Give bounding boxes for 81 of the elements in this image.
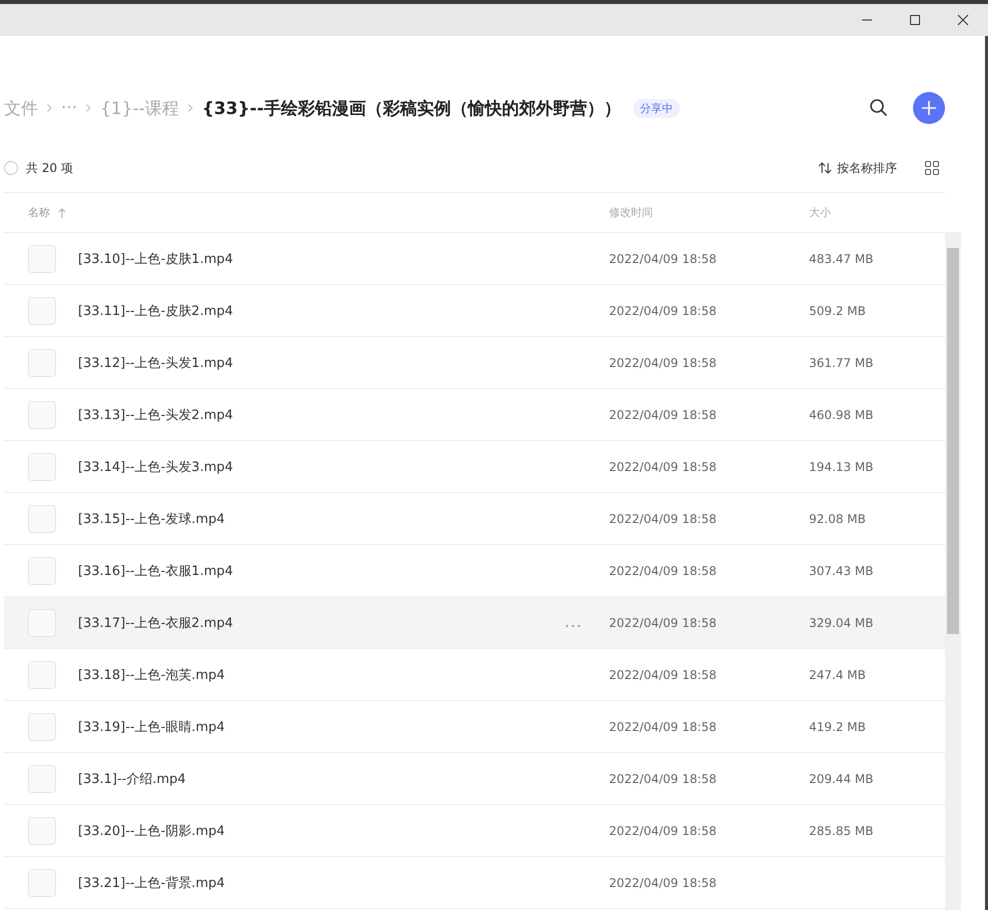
share-badge: 分享中 bbox=[632, 98, 680, 118]
sort-arrow-icon bbox=[58, 208, 66, 218]
file-row[interactable]: [33.10]--上色-皮肤1.mp4 2022/04/09 18:58 483.47 MB bbox=[4, 233, 945, 285]
file-name: [33.11]--上色-皮肤2.mp4 bbox=[78, 302, 234, 320]
modified-time: 2022/04/09 18:58 bbox=[609, 876, 717, 890]
file-name: [33.16]--上色-衣服1.mp4 bbox=[78, 562, 234, 580]
file-row[interactable]: [33.20]--上色-阴影.mp4 2022/04/09 18:58 285.85 MB bbox=[4, 805, 945, 857]
file-name: [33.18]--上色-泡芙.mp4 bbox=[78, 666, 225, 684]
file-name: [33.14]--上色-头发3.mp4 bbox=[78, 458, 234, 476]
file-name: [33.13]--上色-头发2.mp4 bbox=[78, 406, 234, 424]
file-size: 194.13 MB bbox=[809, 460, 874, 474]
file-name: [33.12]--上色-头发1.mp4 bbox=[78, 354, 234, 372]
file-row[interactable]: [33.18]--上色-泡芙.mp4 2022/04/09 18:58 247.4 MB bbox=[4, 649, 945, 701]
file-row[interactable]: [33.12]--上色-头发1.mp4 2022/04/09 18:58 361.77 MB bbox=[4, 337, 945, 389]
modified-time: 2022/04/09 18:58 bbox=[609, 720, 717, 734]
modified-time: 2022/04/09 18:58 bbox=[609, 668, 717, 682]
file-size: 307.43 MB bbox=[809, 564, 874, 578]
chevron-icon bbox=[188, 104, 193, 112]
file-thumbnail bbox=[28, 296, 56, 324]
item-count: 共 20 项 bbox=[26, 160, 73, 176]
modified-time: 2022/04/09 18:58 bbox=[609, 564, 717, 578]
file-thumbnail bbox=[28, 816, 56, 844]
file-thumbnail bbox=[28, 400, 56, 428]
file-thumbnail bbox=[28, 868, 56, 896]
file-row[interactable]: [33.11]--上色-皮肤2.mp4 2022/04/09 18:58 509.2 MB bbox=[4, 285, 945, 337]
grid-view-button[interactable] bbox=[925, 161, 939, 175]
file-name: [33.21]--上色-背景.mp4 bbox=[78, 874, 225, 892]
file-name: [33.17]--上色-衣服2.mp4 bbox=[78, 614, 234, 632]
file-size: 419.2 MB bbox=[809, 720, 866, 734]
modified-time: 2022/04/09 18:58 bbox=[609, 460, 717, 474]
file-row[interactable]: [33.19]--上色-眼睛.mp4 2022/04/09 18:58 419.2 MB bbox=[4, 701, 945, 753]
modified-time: 2022/04/09 18:58 bbox=[609, 824, 717, 838]
plus-icon bbox=[921, 100, 937, 116]
file-row[interactable]: [33.21]--上色-背景.mp4 2022/04/09 18:58 bbox=[4, 857, 945, 909]
folder-title: {33}--手绘彩铅漫画（彩稿实例（愉快的郊外野营）） bbox=[202, 98, 621, 120]
modified-time: 2022/04/09 18:58 bbox=[609, 356, 717, 370]
file-row[interactable]: [33.13]--上色-头发2.mp4 2022/04/09 18:58 460.98 MB bbox=[4, 389, 945, 441]
chevron-icon bbox=[86, 104, 92, 112]
file-thumbnail bbox=[28, 660, 56, 688]
file-size: 361.77 MB bbox=[809, 356, 874, 370]
add-button[interactable] bbox=[913, 92, 945, 124]
modified-time: 2022/04/09 18:58 bbox=[609, 616, 717, 630]
scrollbar[interactable] bbox=[945, 232, 961, 910]
file-thumbnail bbox=[28, 348, 56, 376]
file-name: [33.1]--介绍.mp4 bbox=[78, 770, 186, 788]
modified-time: 2022/04/09 18:58 bbox=[609, 408, 717, 422]
file-size: 460.98 MB bbox=[809, 408, 874, 422]
file-name: [33.19]--上色-眼睛.mp4 bbox=[78, 718, 225, 736]
file-thumbnail bbox=[28, 764, 56, 792]
modified-time: 2022/04/09 18:58 bbox=[609, 304, 717, 318]
chevron-icon bbox=[47, 104, 52, 112]
file-size: 92.08 MB bbox=[809, 512, 866, 526]
sort-button[interactable]: 按名称排序 bbox=[818, 160, 897, 176]
file-thumbnail bbox=[28, 504, 56, 532]
scrollbar-thumb[interactable] bbox=[947, 248, 959, 634]
more-dots-icon bbox=[565, 624, 581, 628]
file-thumbnail bbox=[28, 556, 56, 584]
file-row[interactable]: [33.15]--上色-发球.mp4 2022/04/09 18:58 92.08 MB bbox=[4, 493, 945, 545]
modified-time: 2022/04/09 18:58 bbox=[609, 512, 717, 526]
file-thumbnail bbox=[28, 712, 56, 740]
modified-time: 2022/04/09 18:58 bbox=[609, 252, 717, 266]
search-button[interactable] bbox=[869, 98, 889, 118]
close-icon bbox=[957, 14, 969, 26]
file-name: [33.15]--上色-发球.mp4 bbox=[78, 510, 225, 528]
sort-icon bbox=[818, 162, 832, 174]
file-size: 285.85 MB bbox=[809, 824, 874, 838]
file-size: 209.44 MB bbox=[809, 772, 874, 786]
file-name: [33.10]--上色-皮肤1.mp4 bbox=[78, 250, 234, 268]
file-size: 509.2 MB bbox=[809, 304, 866, 318]
file-thumbnail bbox=[28, 452, 56, 480]
file-row[interactable]: [33.14]--上色-头发3.mp4 2022/04/09 18:58 194.13 MB bbox=[4, 441, 945, 493]
modified-time: 2022/04/09 18:58 bbox=[609, 772, 717, 786]
maximize-icon bbox=[909, 14, 921, 26]
file-size: 483.47 MB bbox=[809, 252, 874, 266]
file-thumbnail bbox=[28, 244, 56, 272]
file-name: [33.20]--上色-阴影.mp4 bbox=[78, 822, 225, 840]
file-size: 247.4 MB bbox=[809, 668, 866, 682]
select-all-checkbox[interactable] bbox=[4, 161, 18, 175]
file-row[interactable]: [33.17]--上色-衣服2.mp4 2022/04/09 18:58 329.04 MB bbox=[4, 597, 945, 649]
file-row[interactable]: [33.1]--介绍.mp4 2022/04/09 18:58 209.44 MB bbox=[4, 753, 945, 805]
file-size: 329.04 MB bbox=[809, 616, 874, 630]
